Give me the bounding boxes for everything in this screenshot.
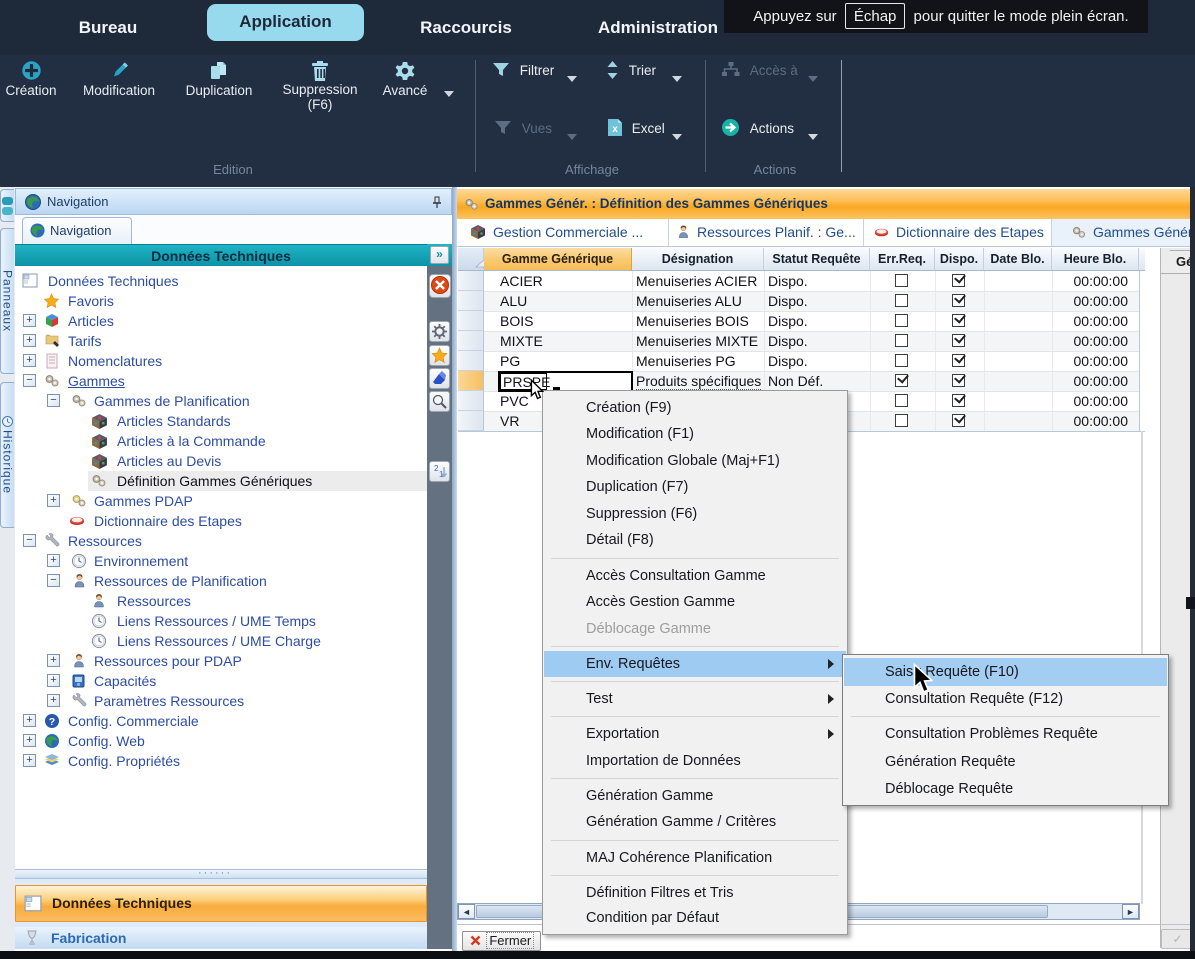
svg-text:x: x: [612, 124, 618, 135]
